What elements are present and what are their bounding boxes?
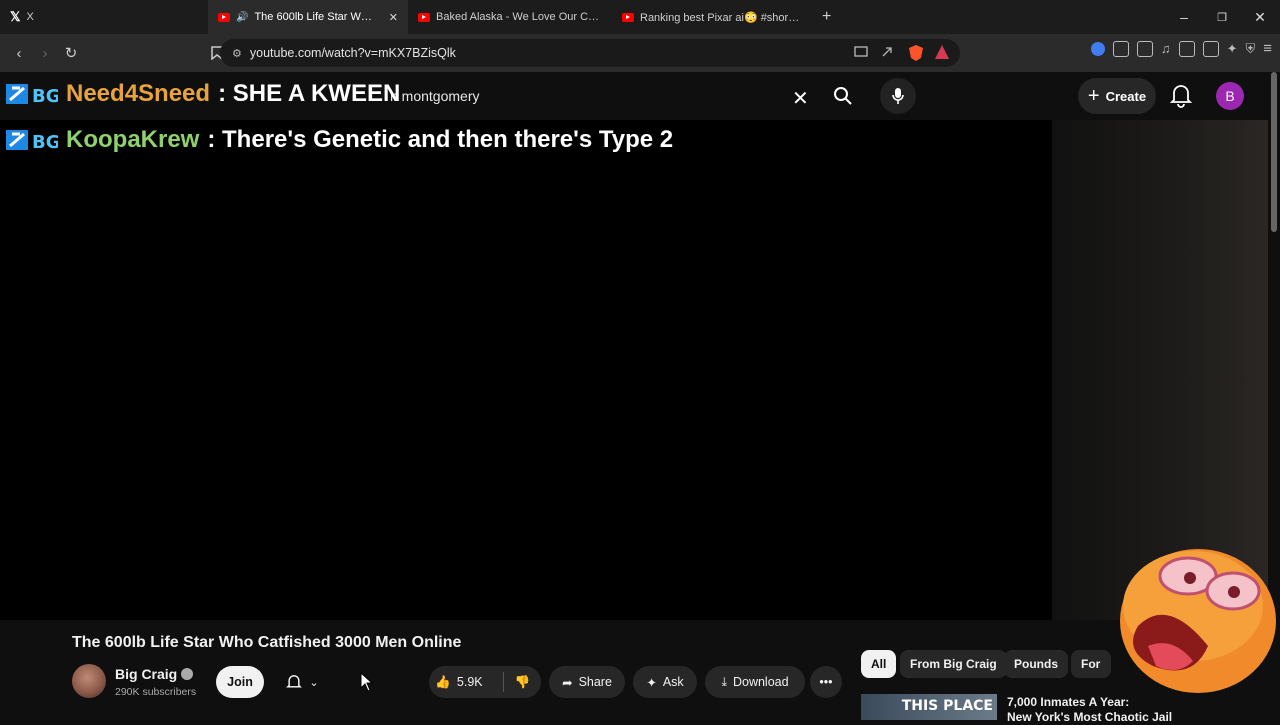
tab-x[interactable]: 𝕏 X xyxy=(0,0,208,34)
media-icon[interactable]: ♫ xyxy=(1161,41,1171,56)
clear-search-icon[interactable]: ✕ xyxy=(792,86,809,111)
mouse-cursor-icon xyxy=(360,672,374,692)
svg-text:BG: BG xyxy=(32,86,58,106)
tab-baked-alaska[interactable]: Baked Alaska - We Love Our Cops [L xyxy=(408,0,612,34)
extensions-puzzle-icon[interactable] xyxy=(1112,40,1129,57)
chat-message: BG KoopaKrew : There's Genetic and then … xyxy=(6,126,673,154)
download-icon: ⤓ xyxy=(721,674,727,689)
channel-name[interactable]: Big Craig xyxy=(115,666,177,682)
tab-label: Ranking best Pixar ai😳 #shorts #pix xyxy=(640,11,802,24)
chevron-down-icon: ⌄ xyxy=(309,676,319,689)
search-query: n montgomery xyxy=(390,88,480,104)
chat-badge-icon: BG xyxy=(6,84,58,106)
tab-active-video[interactable]: 🔊 The 600lb Life Star Who Catfi ✕ xyxy=(208,0,408,34)
rec-title-line: New York's Most Chaotic Jail xyxy=(1007,710,1173,724)
download-button[interactable]: ⤓ Download xyxy=(705,666,805,698)
chip-pounds[interactable]: Pounds xyxy=(1004,650,1068,678)
tab-label: X xyxy=(26,11,34,23)
svg-text:BG: BG xyxy=(32,132,58,152)
brave-shield-icon[interactable] xyxy=(908,44,924,67)
channel-avatar[interactable] xyxy=(72,664,106,698)
thumbnail-text: THIS PLACE xyxy=(901,698,993,714)
close-window-icon[interactable]: ✕ xyxy=(1240,0,1280,34)
chat-username: Need4Sneed xyxy=(66,80,211,107)
share-label: Share xyxy=(578,675,612,689)
chip-all[interactable]: All xyxy=(861,650,897,678)
vpn-icon[interactable]: ⛨ xyxy=(1245,41,1255,57)
bell-icon xyxy=(286,675,303,688)
ask-label: Ask xyxy=(662,675,684,689)
scrollbar-thumb[interactable] xyxy=(1271,72,1277,232)
tab-pixar[interactable]: Ranking best Pixar ai😳 #shorts #pix xyxy=(612,0,812,34)
create-label: Create xyxy=(1105,88,1147,104)
youtube-favicon-icon xyxy=(418,12,430,22)
menu-icon[interactable]: ≡ xyxy=(1263,40,1272,57)
url-text: youtube.com/watch?v=mKX7BZisQlk xyxy=(249,46,456,60)
chat-badge-icon: BG xyxy=(6,130,58,152)
browser-toolbar: ‹ › ↻ ⚙ youtube.com/watch?v=mKX7BZisQlk … xyxy=(0,34,1280,72)
url-bar[interactable]: ⚙ youtube.com/watch?v=mKX7BZisQlk xyxy=(220,39,960,67)
crying-emote-icon xyxy=(1120,549,1276,693)
verified-badge-icon xyxy=(181,668,194,680)
new-tab-button[interactable]: + xyxy=(812,0,842,34)
download-label: Download xyxy=(732,675,789,689)
youtube-favicon-icon xyxy=(218,12,230,22)
search-input[interactable]: n montgomery xyxy=(390,80,820,112)
more-dots-icon: ••• xyxy=(819,675,833,689)
subscribed-notifications-button[interactable]: ⌄ xyxy=(274,666,330,698)
chat-message: BG Need4Sneed : SHE A KWEEN xyxy=(6,80,400,108)
account-avatar[interactable]: B xyxy=(1216,82,1244,110)
tab-label: The 600lb Life Star Who Catfi xyxy=(254,11,374,23)
back-icon[interactable]: ‹ xyxy=(6,40,32,66)
tab-label: Baked Alaska - We Love Our Cops [L xyxy=(436,11,602,23)
thumbs-up-icon: 👍 xyxy=(435,674,451,689)
recommended-video-title[interactable]: 7,000 Inmates A Year: New York's Most Ch… xyxy=(1007,695,1172,725)
dislike-button[interactable]: 👎 xyxy=(504,666,541,698)
sparkle-icon: ✦ xyxy=(646,675,657,690)
search-button[interactable] xyxy=(818,78,868,114)
share-arrow-icon: ➦ xyxy=(562,675,573,690)
plus-icon: + xyxy=(1087,84,1100,107)
more-actions-button[interactable]: ••• xyxy=(810,666,842,698)
share-page-icon[interactable] xyxy=(880,45,894,64)
minimize-icon[interactable]: – xyxy=(1164,0,1204,34)
voice-search-button[interactable] xyxy=(880,78,916,114)
extension-blue-icon[interactable] xyxy=(1090,41,1105,56)
notifications-bell-icon[interactable] xyxy=(1168,82,1194,108)
video-title: The 600lb Life Star Who Catfished 3000 M… xyxy=(72,634,462,651)
like-count: 5.9K xyxy=(456,675,483,689)
brave-rewards-icon[interactable] xyxy=(934,44,950,65)
thumbs-down-icon: 👎 xyxy=(514,674,531,689)
extension-icons: ♫ ✦ ⛨ ≡ xyxy=(1090,40,1272,57)
channel-name-row[interactable]: Big Craig xyxy=(115,666,194,682)
search-icon xyxy=(834,87,852,105)
video-player[interactable] xyxy=(0,120,1052,620)
close-tab-icon[interactable]: ✕ xyxy=(389,11,398,24)
youtube-favicon-icon xyxy=(622,12,634,22)
chat-text: : There's Genetic and then there's Type … xyxy=(207,126,674,153)
chat-username: KoopaKrew xyxy=(66,126,200,153)
extension-box-icon[interactable] xyxy=(1136,40,1153,57)
chat-text: : SHE A KWEEN xyxy=(218,80,401,107)
x-logo-icon: 𝕏 xyxy=(10,9,21,24)
chip-from-channel[interactable]: From Big Craig xyxy=(900,650,1007,678)
leo-icon[interactable]: ✦ xyxy=(1227,41,1238,57)
speaker-icon: 🔊 xyxy=(236,11,249,23)
microphone-icon xyxy=(892,88,904,104)
reload-icon[interactable]: ↻ xyxy=(58,40,84,66)
site-settings-icon[interactable]: ⚙ xyxy=(232,47,242,60)
recommended-video-thumbnail[interactable]: THIS PLACE xyxy=(861,694,997,720)
ask-button[interactable]: ✦ Ask xyxy=(633,666,697,698)
sidebar-icon[interactable] xyxy=(1178,40,1195,57)
create-button[interactable]: + Create xyxy=(1078,78,1156,114)
share-button[interactable]: ➦ Share xyxy=(549,666,625,698)
forward-icon[interactable]: › xyxy=(32,40,58,66)
cast-icon[interactable] xyxy=(854,45,868,64)
browser-tab-bar: 𝕏 X 🔊 The 600lb Life Star Who Catfi ✕ Ba… xyxy=(0,0,1280,34)
join-button[interactable]: Join xyxy=(216,666,264,698)
restore-icon[interactable]: ❐ xyxy=(1202,0,1242,34)
wallet-icon[interactable] xyxy=(1202,40,1219,57)
rec-title-line: 7,000 Inmates A Year: xyxy=(1007,695,1130,709)
subscriber-count: 290K subscribers xyxy=(115,686,197,698)
